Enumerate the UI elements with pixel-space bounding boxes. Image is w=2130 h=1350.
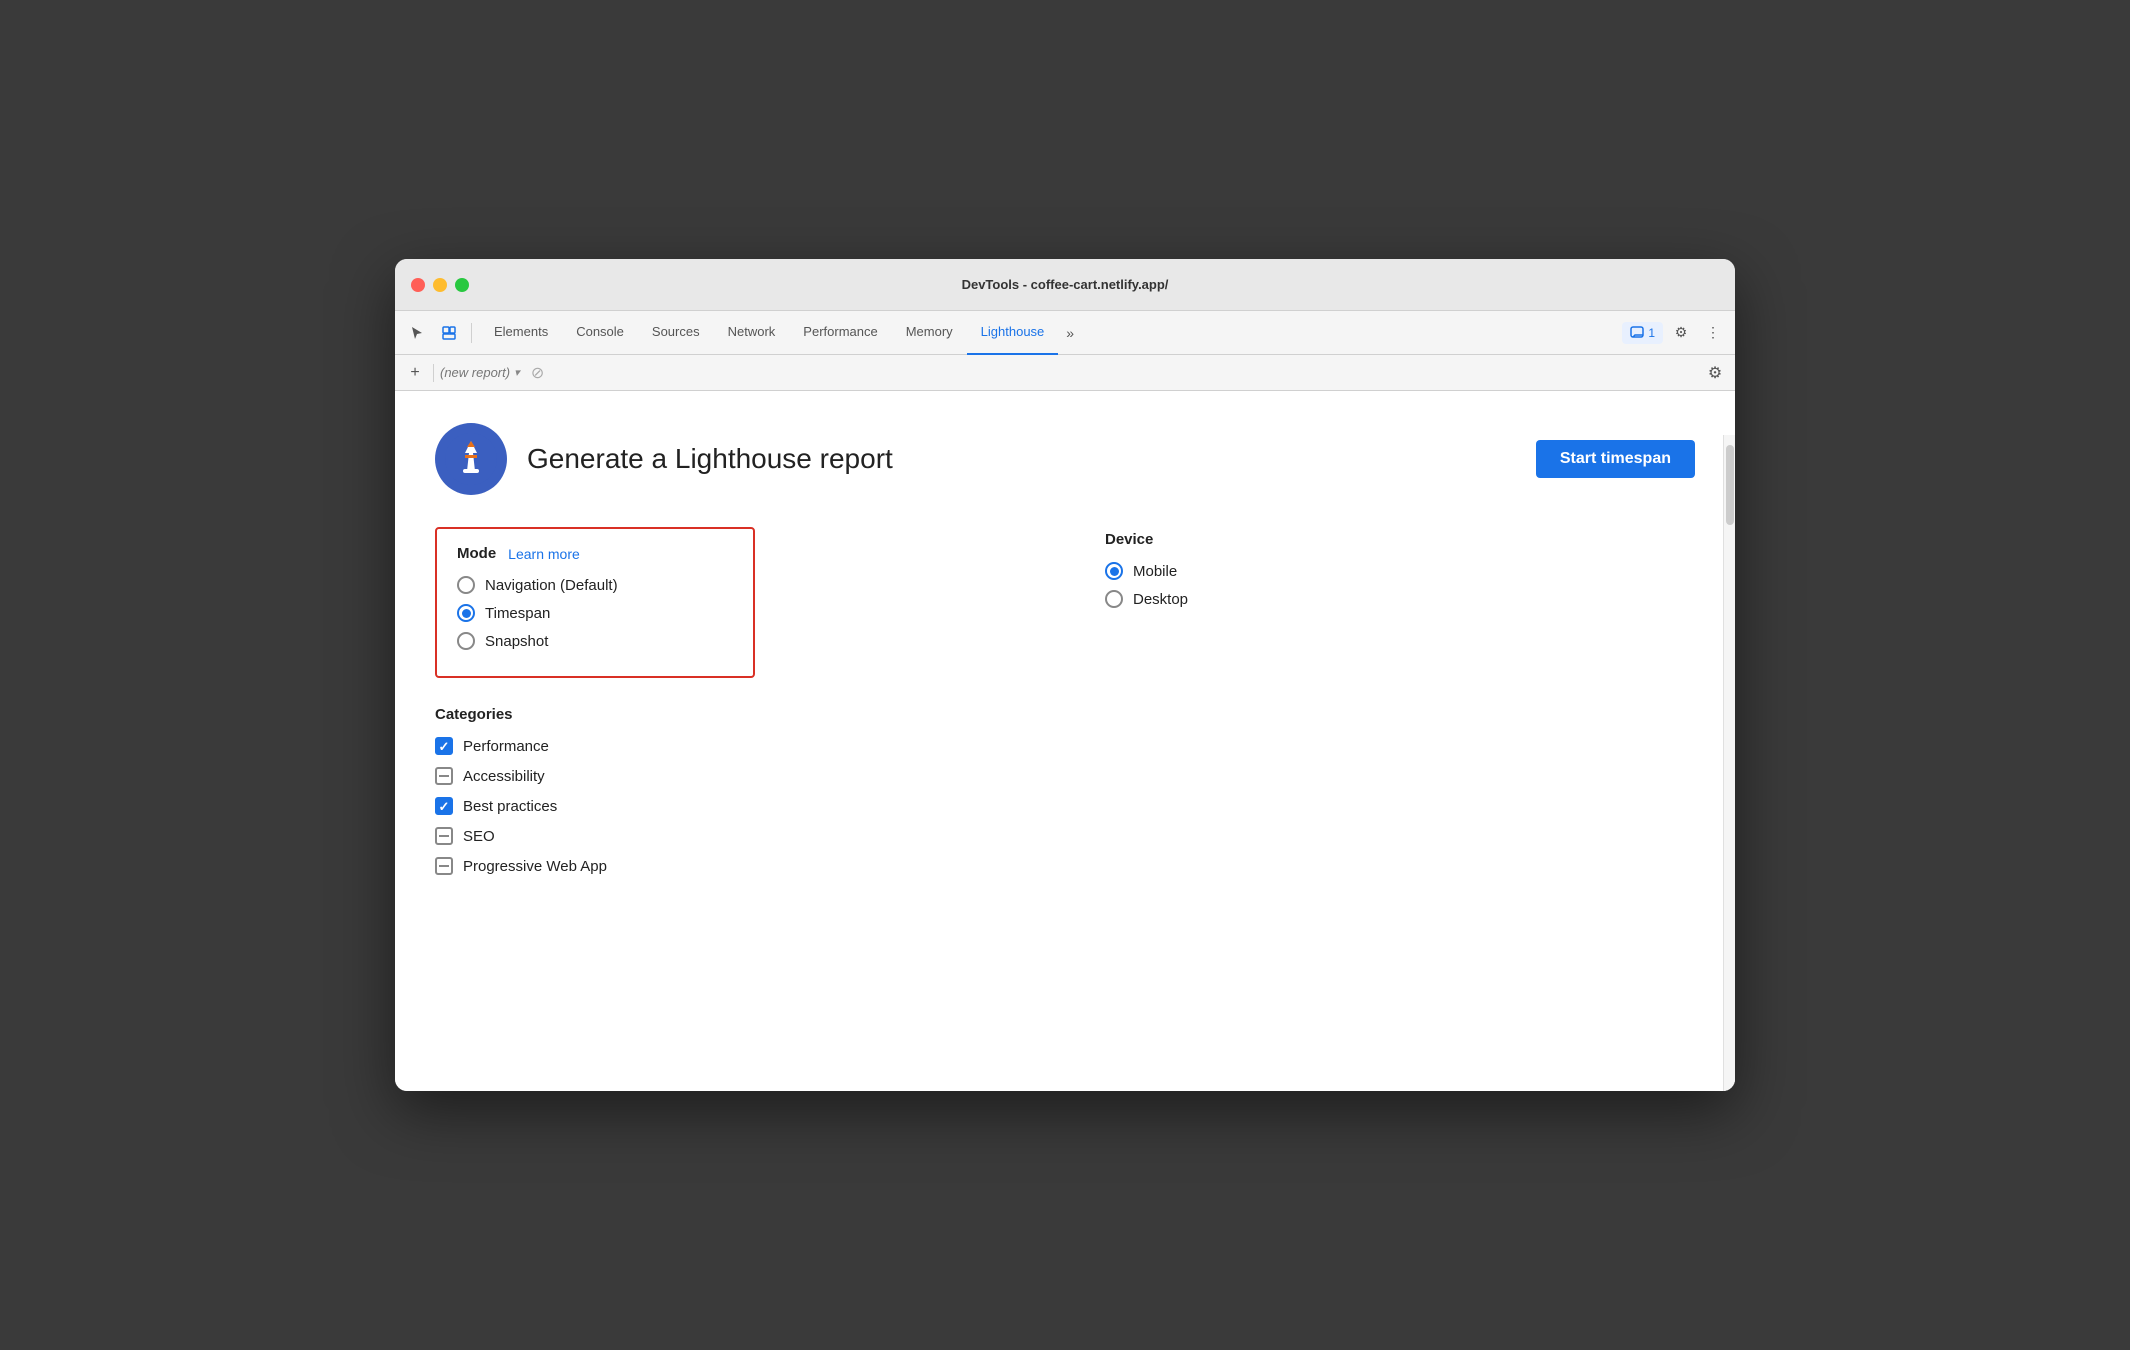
tab-more-button[interactable]: » <box>1058 311 1082 355</box>
report-dropdown[interactable]: (new report) ▾ <box>440 365 520 380</box>
radio-navigation-button[interactable] <box>457 576 475 594</box>
radio-snapshot-button[interactable] <box>457 632 475 650</box>
left-column: Mode Learn more Navigation (Default) <box>435 527 1025 887</box>
main-content: Generate a Lighthouse report Start times… <box>395 391 1735 1091</box>
add-report-button[interactable]: + <box>403 361 427 385</box>
check-icon: ✓ <box>439 800 450 813</box>
radio-timespan-dot <box>462 609 471 618</box>
settings-icon[interactable]: ⚙ <box>1667 319 1695 347</box>
radio-mobile[interactable]: Mobile <box>1105 562 1695 580</box>
tab-navigation: Elements Console Sources Network Perform… <box>480 311 1618 355</box>
device-label: Device <box>1105 531 1695 548</box>
header-left: Generate a Lighthouse report <box>435 423 893 495</box>
tab-lighthouse[interactable]: Lighthouse <box>967 311 1059 355</box>
subtoolbar-settings-icon[interactable]: ⚙ <box>1703 361 1727 385</box>
indeterminate-icon <box>439 835 449 837</box>
checkbox-performance-box[interactable]: ✓ <box>435 737 453 755</box>
right-column: Device Mobile Desktop <box>1105 527 1695 887</box>
tab-elements[interactable]: Elements <box>480 311 562 355</box>
indeterminate-icon <box>439 775 449 777</box>
checkbox-accessibility-box[interactable] <box>435 767 453 785</box>
close-button[interactable] <box>411 278 425 292</box>
checkbox-seo[interactable]: SEO <box>435 827 1025 845</box>
mode-header: Mode Learn more <box>457 545 733 562</box>
toolbar-divider-1 <box>471 323 472 343</box>
tab-network[interactable]: Network <box>714 311 790 355</box>
tab-memory[interactable]: Memory <box>892 311 967 355</box>
tab-performance[interactable]: Performance <box>789 311 891 355</box>
lighthouse-logo <box>435 423 507 495</box>
cursor-icon[interactable] <box>403 319 431 347</box>
checkbox-best-practices-box[interactable]: ✓ <box>435 797 453 815</box>
radio-timespan-button[interactable] <box>457 604 475 622</box>
checkbox-best-practices[interactable]: ✓ Best practices <box>435 797 1025 815</box>
radio-mobile-button[interactable] <box>1105 562 1123 580</box>
checkbox-accessibility[interactable]: Accessibility <box>435 767 1025 785</box>
checkbox-pwa-box[interactable] <box>435 857 453 875</box>
indeterminate-icon <box>439 865 449 867</box>
minimize-button[interactable] <box>433 278 447 292</box>
window-title: DevTools - coffee-cart.netlify.app/ <box>962 277 1169 292</box>
radio-timespan[interactable]: Timespan <box>457 604 733 622</box>
scrollbar-thumb[interactable] <box>1726 445 1734 525</box>
tab-toolbar: Elements Console Sources Network Perform… <box>395 311 1735 355</box>
devtools-window: DevTools - coffee-cart.netlify.app/ Elem… <box>395 259 1735 1091</box>
radio-mobile-dot <box>1110 567 1119 576</box>
mode-section: Mode Learn more Navigation (Default) <box>435 527 755 678</box>
mode-label: Mode <box>457 545 496 562</box>
scrollbar[interactable] <box>1723 435 1735 1091</box>
page-title: Generate a Lighthouse report <box>527 443 893 475</box>
checkbox-pwa[interactable]: Progressive Web App <box>435 857 1025 875</box>
sub-divider <box>433 364 434 382</box>
title-bar: DevTools - coffee-cart.netlify.app/ <box>395 259 1735 311</box>
toolbar-right: 1 ⚙ ⋮ <box>1622 319 1727 347</box>
check-icon: ✓ <box>439 740 450 753</box>
categories-section: Categories ✓ Performance Accessibility <box>435 706 1025 875</box>
subtoolbar: + (new report) ▾ ⊘ ⚙ <box>395 355 1735 391</box>
traffic-lights <box>411 278 469 292</box>
element-picker-icon[interactable] <box>435 319 463 347</box>
tab-sources[interactable]: Sources <box>638 311 714 355</box>
tab-console[interactable]: Console <box>562 311 638 355</box>
chat-badge-button[interactable]: 1 <box>1622 322 1663 344</box>
learn-more-link[interactable]: Learn more <box>508 546 580 562</box>
window-body: Generate a Lighthouse report Start times… <box>395 391 1735 1091</box>
checkbox-seo-box[interactable] <box>435 827 453 845</box>
categories-label: Categories <box>435 706 1025 723</box>
radio-desktop-button[interactable] <box>1105 590 1123 608</box>
radio-navigation[interactable]: Navigation (Default) <box>457 576 733 594</box>
radio-snapshot[interactable]: Snapshot <box>457 632 733 650</box>
radio-desktop[interactable]: Desktop <box>1105 590 1695 608</box>
checkbox-performance[interactable]: ✓ Performance <box>435 737 1025 755</box>
header-row: Generate a Lighthouse report Start times… <box>435 423 1695 495</box>
maximize-button[interactable] <box>455 278 469 292</box>
cancel-report-button[interactable]: ⊘ <box>526 361 550 385</box>
two-column-layout: Mode Learn more Navigation (Default) <box>435 527 1695 887</box>
start-timespan-button[interactable]: Start timespan <box>1536 440 1695 478</box>
device-section: Device Mobile Desktop <box>1105 531 1695 608</box>
more-options-icon[interactable]: ⋮ <box>1699 319 1727 347</box>
